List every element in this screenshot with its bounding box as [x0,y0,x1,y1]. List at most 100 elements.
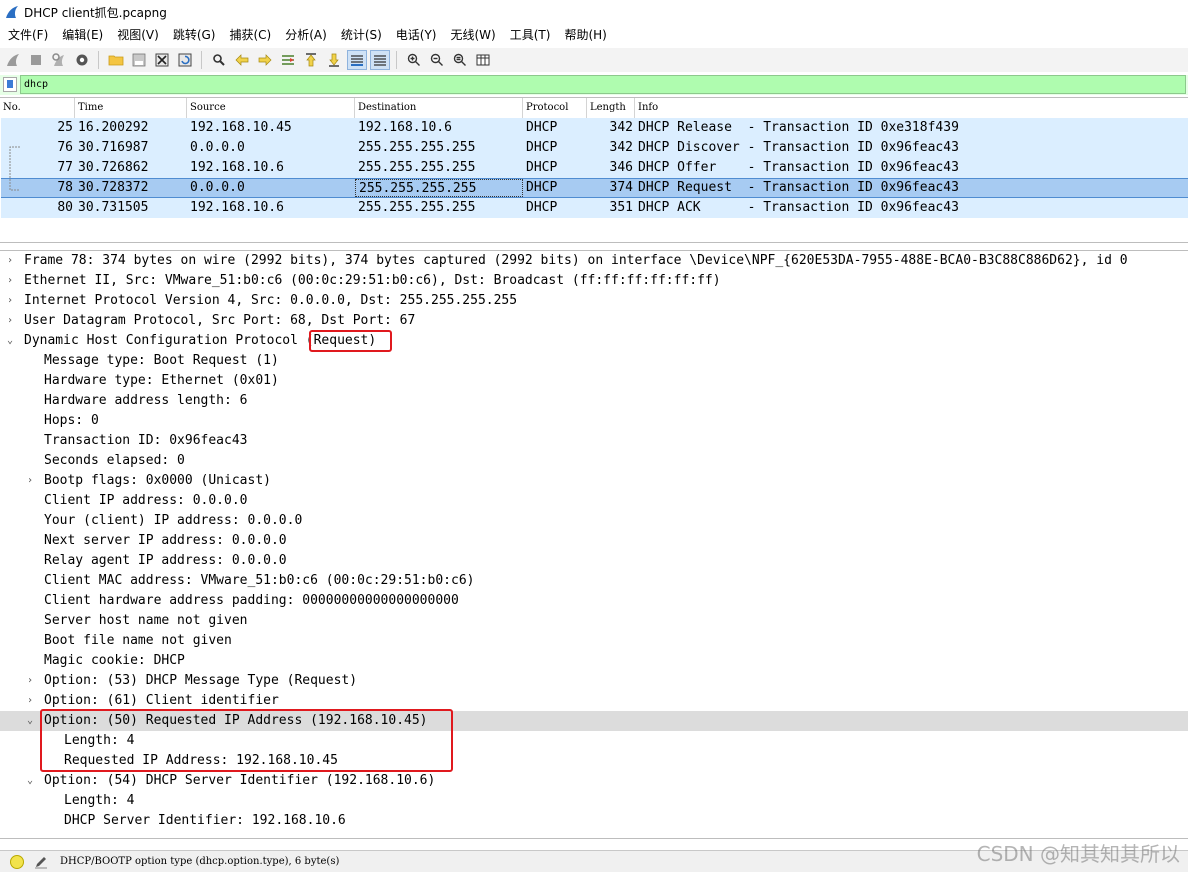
menu-capture[interactable]: 捕获(C) [222,24,278,46]
column-header-protocol[interactable]: Protocol [522,98,586,118]
annotation-box-option-50 [40,709,453,772]
arrow-left-icon [235,54,249,66]
tree-node-bootp-flags[interactable]: › Bootp flags: 0x0000 (Unicast) [0,471,1188,491]
chevron-down-icon[interactable]: ⌄ [24,711,36,731]
packet-row[interactable]: 77 30.726862 192.168.10.6 255.255.255.25… [1,158,1188,178]
tree-node-udp[interactable]: › User Datagram Protocol, Src Port: 68, … [0,311,1188,331]
column-header-no[interactable]: No. [0,98,74,118]
tree-leaf[interactable]: Magic cookie: DHCP [0,651,1188,671]
tree-leaf[interactable]: Client MAC address: VMware_51:b0:c6 (00:… [0,571,1188,591]
conversation-bracket-icon [9,146,20,191]
stop-capture-button[interactable] [26,50,46,70]
tree-leaf[interactable]: Your (client) IP address: 0.0.0.0 [0,511,1188,531]
tree-node-option-53[interactable]: › Option: (53) DHCP Message Type (Reques… [0,671,1188,691]
column-header-time[interactable]: Time [74,98,186,118]
tree-leaf[interactable]: Seconds elapsed: 0 [0,451,1188,471]
menu-view[interactable]: 视图(V) [110,24,166,46]
chevron-right-icon[interactable]: › [24,471,36,491]
go-to-packet-button[interactable] [278,50,298,70]
packet-row[interactable]: 76 30.716987 0.0.0.0 255.255.255.255 DHC… [1,138,1188,158]
menu-analyze[interactable]: 分析(A) [278,24,334,46]
packet-length: 374 [609,180,633,195]
tree-leaf[interactable]: Server host name not given [0,611,1188,631]
goto-lines-icon [282,55,294,65]
packet-info: DHCP Offer - Transaction ID 0x96feac43 [638,160,959,175]
tree-leaf[interactable]: Relay agent IP address: 0.0.0.0 [0,551,1188,571]
menu-wireless[interactable]: 无线(W) [444,24,503,46]
chevron-right-icon[interactable]: › [4,311,16,331]
arrow-down-to-line-icon [329,53,339,67]
packet-time: 30.731505 [78,200,149,215]
column-header-info[interactable]: Info [634,98,1188,118]
packet-no: 25 [57,120,73,135]
packet-row[interactable]: 80 30.731505 192.168.10.6 255.255.255.25… [1,198,1188,218]
packet-protocol: DHCP [526,120,558,135]
save-file-button[interactable] [129,50,149,70]
tree-node-ethernet[interactable]: › Ethernet II, Src: VMware_51:b0:c6 (00:… [0,271,1188,291]
filter-bookmark-icon[interactable] [3,77,17,92]
zoom-reset-button[interactable] [450,50,470,70]
open-file-button[interactable] [106,50,126,70]
chevron-right-icon[interactable]: › [4,271,16,291]
chevron-down-icon[interactable]: ⌄ [4,331,16,351]
tree-leaf[interactable]: DHCP Server Identifier: 192.168.10.6 [0,811,1188,831]
tree-node-dhcp[interactable]: ⌄ Dynamic Host Configuration Protocol (R… [0,331,1188,351]
colorize-button[interactable] [370,50,390,70]
tree-node-option-54[interactable]: ⌄ Option: (54) DHCP Server Identifier (1… [0,771,1188,791]
tree-node-ip[interactable]: › Internet Protocol Version 4, Src: 0.0.… [0,291,1188,311]
restart-capture-button[interactable] [49,50,69,70]
packet-info: DHCP Release - Transaction ID 0xe318f439 [638,120,959,135]
column-header-length[interactable]: Length [586,98,634,118]
chevron-right-icon[interactable]: › [24,691,36,711]
tree-leaf[interactable]: Client hardware address padding: 0000000… [0,591,1188,611]
column-header-destination[interactable]: Destination [354,98,522,118]
tree-leaf[interactable]: Message type: Boot Request (1) [0,351,1188,371]
menu-telephony[interactable]: 电话(Y) [389,24,444,46]
tree-leaf[interactable]: Transaction ID: 0x96feac43 [0,431,1188,451]
display-filter-input[interactable]: dhcp [20,75,1186,94]
start-capture-button[interactable] [3,50,23,70]
first-packet-button[interactable] [301,50,321,70]
tree-leaf[interactable]: Hardware address length: 6 [0,391,1188,411]
menu-tools[interactable]: 工具(T) [503,24,558,46]
tree-leaf[interactable]: Boot file name not given [0,631,1188,651]
tree-node-frame[interactable]: › Frame 78: 374 bytes on wire (2992 bits… [0,251,1188,271]
packet-row[interactable]: 25 16.200292 192.168.10.45 192.168.10.6 … [1,118,1188,138]
capture-options-button[interactable] [72,50,92,70]
reload-file-button[interactable] [175,50,195,70]
packet-source: 0.0.0.0 [190,140,245,155]
expert-info-indicator-icon[interactable] [10,854,24,869]
go-forward-button[interactable] [255,50,275,70]
find-packet-button[interactable] [209,50,229,70]
tree-leaf[interactable]: Hops: 0 [0,411,1188,431]
menu-file[interactable]: 文件(F) [0,24,55,46]
close-file-button[interactable] [152,50,172,70]
last-packet-button[interactable] [324,50,344,70]
auto-scroll-button[interactable] [347,50,367,70]
edit-comment-icon[interactable] [34,855,48,869]
save-icon [132,53,146,67]
stop-square-icon [31,55,41,65]
tree-leaf[interactable]: Length: 4 [0,791,1188,811]
menu-go[interactable]: 跳转(G) [166,24,223,46]
packet-list-header: No. Time Source Destination Protocol Len… [0,98,1188,118]
zoom-in-button[interactable] [404,50,424,70]
packet-row-selected[interactable]: 78 30.728372 0.0.0.0 255.255.255.255 DHC… [1,178,1188,198]
menu-edit[interactable]: 编辑(E) [55,24,110,46]
tree-node-option-61[interactable]: › Option: (61) Client identifier [0,691,1188,711]
menu-statistics[interactable]: 统计(S) [334,24,389,46]
chevron-down-icon[interactable]: ⌄ [24,771,36,791]
resize-columns-button[interactable] [473,50,493,70]
tree-leaf[interactable]: Next server IP address: 0.0.0.0 [0,531,1188,551]
packet-length: 351 [609,200,633,215]
menu-help[interactable]: 帮助(H) [557,24,613,46]
column-header-source[interactable]: Source [186,98,354,118]
go-back-button[interactable] [232,50,252,70]
tree-leaf[interactable]: Client IP address: 0.0.0.0 [0,491,1188,511]
tree-leaf[interactable]: Hardware type: Ethernet (0x01) [0,371,1188,391]
chevron-right-icon[interactable]: › [24,671,36,691]
zoom-out-button[interactable] [427,50,447,70]
chevron-right-icon[interactable]: › [4,251,16,271]
arrow-right-icon [258,54,272,66]
chevron-right-icon[interactable]: › [4,291,16,311]
